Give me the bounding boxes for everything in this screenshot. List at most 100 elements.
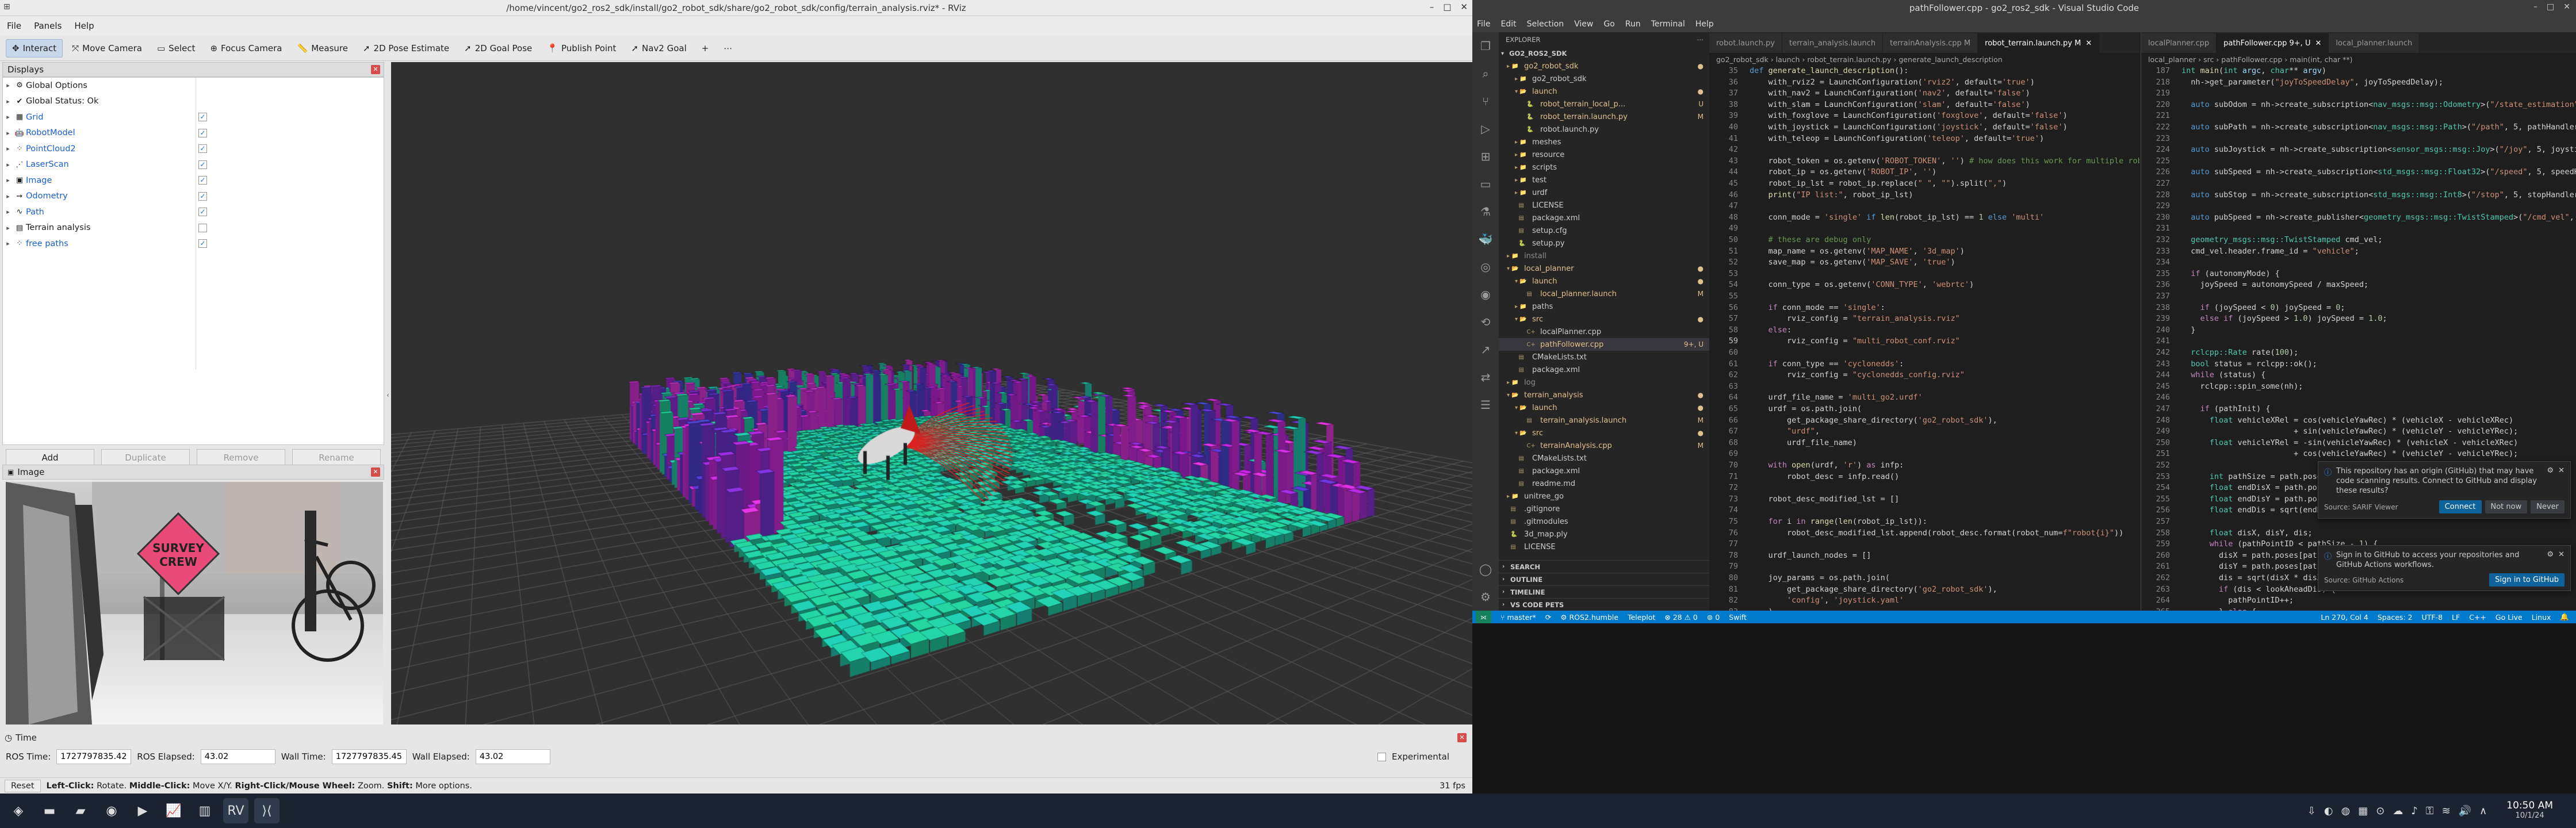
menu-panels[interactable]: Panels: [34, 21, 62, 31]
file-3d-map-ply[interactable]: 🐍 3d_map.ply: [1499, 528, 1709, 540]
tray-icon[interactable]: ⊙: [2376, 805, 2384, 817]
expand-arrow-icon[interactable]: ▸: [3, 224, 13, 232]
display-enable-checkbox[interactable]: ✓: [198, 113, 207, 122]
expand-arrow-icon[interactable]: ▸: [3, 177, 13, 184]
ros-distro[interactable]: ⚙ ROS2.humble: [1560, 613, 1618, 622]
swift-indicator[interactable]: Swift: [1729, 613, 1747, 622]
close-panel-icon[interactable]: ✕: [1457, 733, 1467, 742]
menu-file[interactable]: File: [7, 21, 21, 31]
display-enable-checkbox[interactable]: ✓: [198, 144, 207, 154]
close-icon[interactable]: ✕: [2563, 2, 2570, 12]
clock[interactable]: 10:50 AM 10/1/24: [2506, 800, 2553, 821]
account-icon[interactable]: ◯: [1472, 555, 1499, 583]
display-item-free-paths[interactable]: ▸ ⁘ free paths ✓: [3, 236, 384, 252]
folder-terrain-analysis[interactable]: ▾ 📂 terrain_analysis ●: [1499, 389, 1709, 401]
display-item-global-status-ok[interactable]: ▸ ✔ Global Status: Ok: [3, 94, 384, 110]
display-item-image[interactable]: ▸ ▣ Image ✓: [3, 172, 384, 189]
folder-urdf[interactable]: ▸ 📁 urdf: [1499, 186, 1709, 199]
tray-icon[interactable]: ⚿: [2426, 805, 2434, 817]
folder-go2-robot-sdk[interactable]: ▸ 📁 go2_robot_sdk: [1499, 72, 1709, 85]
tray-icon[interactable]: ◐: [2324, 805, 2333, 817]
files-icon[interactable]: ❐: [1472, 32, 1499, 60]
add-button[interactable]: Add: [6, 449, 94, 466]
folder-log[interactable]: ▸ 📁 log: [1499, 376, 1709, 389]
liveshare-icon[interactable]: ↗: [1472, 336, 1499, 363]
connect-button[interactable]: Connect: [2439, 500, 2482, 513]
language-mode[interactable]: C++: [2469, 613, 2486, 622]
ros-icon[interactable]: ◎: [1472, 253, 1499, 281]
folder-go2-robot-sdk[interactable]: ▸ 📁 go2_robot_sdk ●: [1499, 60, 1709, 72]
ros-elapsed-field[interactable]: [200, 749, 275, 764]
remote-explorer-icon[interactable]: ▭: [1472, 170, 1499, 198]
3d-viewport[interactable]: [391, 62, 1472, 724]
menu-selection[interactable]: Selection: [1527, 20, 1564, 29]
github-icon[interactable]: ◉: [1472, 281, 1499, 308]
app-launcher-icon[interactable]: ◈: [6, 798, 31, 823]
file-license[interactable]: ▤ LICENSE: [1499, 540, 1709, 553]
tool-select[interactable]: ▭ Select: [151, 40, 201, 57]
tool-measure[interactable]: 📏 Measure: [292, 40, 354, 57]
remote-indicator[interactable]: ⟗: [1476, 611, 1491, 623]
tool-2d-pose-estimate[interactable]: ➚ 2D Pose Estimate: [357, 40, 455, 57]
tool-nav2-goal[interactable]: ➚ Nav2 Goal: [625, 40, 692, 57]
sign-in-github-button[interactable]: Sign in to GitHub: [2489, 573, 2564, 586]
display-item-terrain-analysis[interactable]: ▸ ▤ Terrain analysis: [3, 220, 384, 236]
encoding[interactable]: UTF-8: [2422, 613, 2443, 622]
section-outline[interactable]: › OUTLINE: [1499, 573, 1709, 585]
folder-launch[interactable]: ▾ 📂 launch ●: [1499, 401, 1709, 414]
terrain-voxel-map[interactable]: [391, 62, 1472, 724]
settings-gear-icon[interactable]: ⚙: [2547, 466, 2554, 496]
not-now-button[interactable]: Not now: [2485, 500, 2528, 513]
minimize-icon[interactable]: –: [1430, 2, 1434, 12]
problems-indicator[interactable]: ⊗ 28 ⚠ 0: [1664, 613, 1697, 622]
testing-icon[interactable]: ⚗: [1472, 198, 1499, 225]
tray-icon[interactable]: ⇩: [2307, 805, 2316, 817]
folder-meshes[interactable]: ▸ 📁 meshes: [1499, 136, 1709, 148]
maximize-icon[interactable]: □: [2547, 2, 2554, 12]
tool-focus-camera[interactable]: ⊕ Focus Camera: [204, 40, 288, 57]
indentation[interactable]: Spaces: 2: [2378, 613, 2413, 622]
add-tool-icon[interactable]: +: [696, 40, 715, 57]
file-robot-terrain-launch-py[interactable]: 🐍 robot_terrain.launch.py M: [1499, 110, 1709, 123]
file-cmakelists-txt[interactable]: ▤ CMakeLists.txt: [1499, 351, 1709, 363]
experimental-checkbox[interactable]: [1377, 752, 1386, 761]
settings-gear-icon[interactable]: ⚙: [2547, 550, 2554, 570]
never-button[interactable]: Never: [2531, 500, 2564, 513]
editor-tab[interactable]: terrain_analysis.launch: [1782, 33, 1884, 53]
editor-tab[interactable]: local_planner.launch: [2329, 33, 2420, 53]
tray-icon[interactable]: ∧: [2479, 805, 2487, 817]
section-vs-code-pets[interactable]: › VS CODE PETS: [1499, 598, 1709, 611]
folder-scripts[interactable]: ▸ 📁 scripts: [1499, 161, 1709, 174]
menu-help[interactable]: Help: [74, 21, 94, 31]
display-enable-checkbox[interactable]: ✓: [198, 176, 207, 185]
menu-run[interactable]: Run: [1625, 20, 1641, 29]
manage-gear-icon[interactable]: ⚙: [1472, 583, 1499, 611]
run-debug-icon[interactable]: ▷: [1472, 115, 1499, 143]
pull-requests-icon[interactable]: ⇄: [1472, 363, 1499, 391]
chrome-icon[interactable]: ◉: [99, 798, 124, 823]
go-live-button[interactable]: Go Live: [2495, 613, 2523, 622]
close-icon[interactable]: ✕: [1460, 2, 1468, 12]
tool-2d-goal-pose[interactable]: ➚ 2D Goal Pose: [458, 40, 538, 57]
tray-icon[interactable]: ◍: [2341, 805, 2351, 817]
display-item-path[interactable]: ▸ ∿ Path ✓: [3, 204, 384, 220]
folder-unitree-go[interactable]: ▸ 📁 unitree_go: [1499, 490, 1709, 503]
file-terrainanalysis-cpp[interactable]: C+ terrainAnalysis.cpp M: [1499, 439, 1709, 452]
editor-tab[interactable]: localPlanner.cpp: [2141, 33, 2217, 53]
vscode-icon[interactable]: ⟩⟨: [254, 798, 280, 823]
file-package-xml[interactable]: ▤ package.xml: [1499, 363, 1709, 376]
ros-time-field[interactable]: [56, 749, 132, 764]
close-notification-icon[interactable]: ✕: [2558, 550, 2564, 570]
folder-install[interactable]: ▸ 📁 install: [1499, 250, 1709, 262]
terminal-icon[interactable]: ▶: [130, 798, 155, 823]
display-item-global-options[interactable]: ▸ ⚙ Global Options: [3, 78, 384, 94]
file--gitignore[interactable]: ▤ .gitignore: [1499, 503, 1709, 515]
duplicate-button[interactable]: Duplicate: [101, 449, 190, 466]
wall-elapsed-field[interactable]: [475, 749, 550, 764]
expand-arrow-icon[interactable]: ▸: [3, 113, 13, 121]
teleplot-button[interactable]: Teleplot: [1628, 613, 1655, 622]
display-enable-checkbox[interactable]: ✓: [198, 160, 207, 169]
close-notification-icon[interactable]: ✕: [2558, 466, 2564, 496]
remove-button[interactable]: Remove: [197, 449, 285, 466]
workspace-root[interactable]: ▾ GO2_ROS2_SDK: [1499, 47, 1709, 60]
